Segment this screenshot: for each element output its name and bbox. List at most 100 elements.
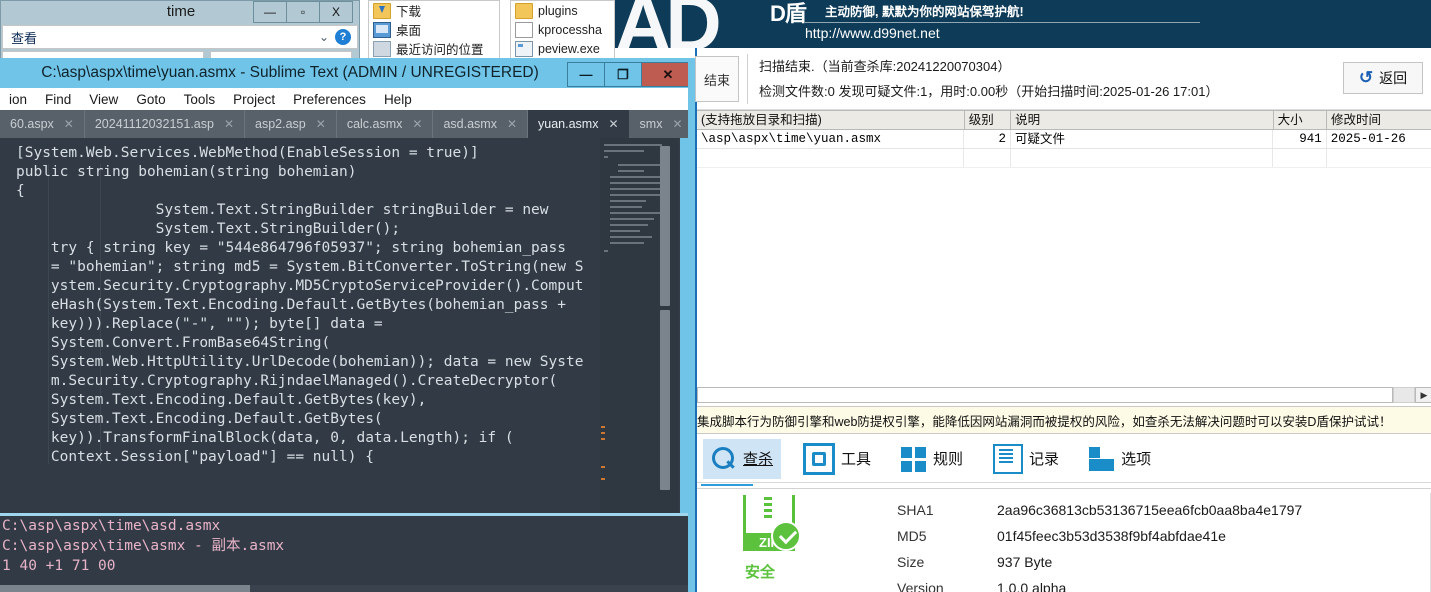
menu-item-goto[interactable]: Goto: [127, 92, 174, 107]
nav-item-options[interactable]: 选项: [1081, 439, 1159, 479]
menu-item-help[interactable]: Help: [375, 92, 421, 107]
menu-item-view[interactable]: View: [80, 92, 127, 107]
brand-logo: AD: [615, 0, 722, 48]
tab-label: yuan.asmx: [538, 117, 599, 131]
list-item[interactable]: 桌面: [369, 20, 499, 39]
close-icon[interactable]: ✕: [316, 117, 326, 131]
menu-item-find[interactable]: Find: [36, 92, 80, 107]
metadata-key: Size: [897, 554, 925, 570]
column-header-size[interactable]: 大小: [1274, 111, 1327, 129]
explorer-window-controls: — ▫ X: [253, 1, 353, 23]
scan-status-line: 扫描结束.（当前查杀库:20241220070304）: [759, 59, 1011, 74]
tool-icon: [803, 442, 836, 475]
back-arrow-icon: ↺: [1358, 68, 1374, 87]
sublime-title-bar: C:\asp\aspx\time\yuan.asmx - Sublime Tex…: [0, 58, 695, 88]
list-item[interactable]: kprocessha: [511, 20, 614, 39]
explorer-maximize-button[interactable]: ▫: [286, 1, 320, 23]
metadata-key: SHA1: [897, 502, 934, 518]
brand-url[interactable]: http://www.d99net.net: [805, 25, 940, 41]
nav-item-scan[interactable]: 查杀: [703, 438, 782, 479]
list-item[interactable]: peview.exe: [511, 39, 614, 58]
sublime-console-panel[interactable]: C:\asp\aspx\time\asd.asmx C:\asp\aspx\ti…: [0, 513, 688, 592]
explorer-minimize-button[interactable]: —: [253, 1, 287, 23]
detail-tab-indicator: [701, 484, 753, 486]
back-button[interactable]: ↺ 返回: [1343, 62, 1423, 94]
tab-smx[interactable]: smx ✕: [630, 110, 694, 138]
list-item-label: kprocessha: [538, 22, 602, 37]
tab-asp2-asp[interactable]: asp2.asp ✕: [245, 110, 337, 138]
sublime-close-button[interactable]: ✕: [641, 62, 695, 87]
close-icon[interactable]: ✕: [507, 117, 517, 131]
console-horizontal-scrollbar[interactable]: [0, 585, 688, 592]
brand-slogan: 主动防御, 默默为你的网站保驾护航!: [825, 5, 1024, 19]
list-item[interactable]: plugins: [511, 1, 614, 20]
tab-asd-asmx[interactable]: asd.asmx ✕: [433, 110, 529, 138]
metadata-row: Size 937 Byte: [897, 549, 1302, 575]
nav-item-records[interactable]: 记录: [985, 439, 1067, 479]
tab-label: 20241112032151.asp: [94, 117, 214, 131]
safe-status-label: 安全: [745, 564, 776, 581]
nav-item-label: 规则: [933, 451, 964, 468]
tab-yuan-asmx[interactable]: yuan.asmx ✕: [528, 110, 630, 138]
cell-path: \asp\aspx\time\yuan.asmx: [697, 130, 965, 148]
menu-item-preferences[interactable]: Preferences: [284, 92, 375, 107]
minimap-viewport-thumb[interactable]: [660, 310, 670, 490]
help-icon[interactable]: ?: [335, 29, 351, 45]
explorer-close-button[interactable]: X: [319, 1, 353, 23]
cell-level: 2: [964, 130, 1012, 148]
tab-label: asp2.asp: [255, 117, 306, 131]
explorer-view-label[interactable]: 查看: [11, 28, 37, 47]
metadata-row: Version 1.0.0 alpha: [897, 575, 1302, 592]
close-icon[interactable]: ✕: [224, 117, 234, 131]
nav-item-tools[interactable]: 工具: [795, 439, 879, 479]
sublime-maximize-button[interactable]: ❐: [604, 62, 642, 87]
menu-item-selection[interactable]: ion: [0, 92, 36, 107]
explorer-toolbar: 查看 ⌄ ?: [2, 25, 358, 49]
explorer-favorites-column: 下载 桌面 最近访问的位置: [368, 0, 500, 62]
table-horizontal-scrollbar[interactable]: ▶: [697, 386, 1431, 404]
table-row-empty: [697, 149, 1431, 168]
scroll-right-arrow-icon[interactable]: ▶: [1415, 387, 1431, 403]
nav-item-label: 查杀: [743, 451, 774, 468]
menu-item-project[interactable]: Project: [224, 92, 284, 107]
safe-check-icon: [771, 521, 801, 551]
close-icon[interactable]: ✕: [672, 117, 682, 131]
zip-teeth: [764, 497, 772, 519]
tab-calc-asmx[interactable]: calc.asmx ✕: [337, 110, 434, 138]
tab-20241112032151-asp[interactable]: 20241112032151.asp ✕: [85, 110, 246, 138]
table-row[interactable]: \asp\aspx\time\yuan.asmx 2 可疑文件 941 2025…: [697, 130, 1431, 149]
list-item-label: 桌面: [396, 24, 422, 38]
cell-modified: 2025-01-26: [1327, 130, 1431, 148]
list-item[interactable]: 下载: [369, 1, 499, 20]
close-icon[interactable]: ✕: [608, 117, 618, 131]
scrollbar-track[interactable]: [697, 387, 1393, 403]
stop-scan-button[interactable]: 结束: [695, 56, 739, 102]
scan-results-table: (支持拖放目录和扫描) 级别 说明 大小 修改时间 \asp\aspx\time…: [697, 110, 1431, 430]
file-metadata-list: SHA1 2aa96c36813cb53136715eea6fcb0aa8ba4…: [897, 497, 1302, 592]
column-header-level[interactable]: 级别: [965, 111, 1012, 129]
nav-item-label: 选项: [1121, 451, 1152, 468]
metadata-key: Version: [897, 580, 944, 592]
column-header-path[interactable]: (支持拖放目录和扫描): [697, 111, 965, 129]
close-icon[interactable]: ✕: [64, 117, 74, 131]
dshield-notice-bar: 集成脚本行为防御引擎和web防提权引擎，能降低因网站漏洞而被提权的风险，如查杀无…: [697, 406, 1431, 434]
menu-item-tools[interactable]: Tools: [175, 92, 225, 107]
list-item-label: peview.exe: [538, 41, 600, 56]
editor-scrollbar-thumb[interactable]: [660, 146, 670, 306]
chevron-down-icon[interactable]: ⌄: [319, 30, 329, 44]
column-header-modified[interactable]: 修改时间: [1327, 111, 1431, 129]
list-item[interactable]: 最近访问的位置: [369, 39, 499, 58]
table-header-row: (支持拖放目录和扫描) 级别 说明 大小 修改时间: [697, 110, 1431, 130]
detail-inner: ZIP 安全 SHA1 2aa96c36813cb53136715eea6fcb…: [697, 488, 1431, 592]
scrollbar-thumb[interactable]: [0, 585, 250, 592]
scrollbar-gap: [1393, 387, 1415, 403]
nav-item-rules[interactable]: 规则: [893, 439, 971, 479]
tab-60-aspx[interactable]: 60.aspx ✕: [0, 110, 85, 138]
cell-empty: [1011, 149, 1274, 167]
sublime-window-right-edge: [688, 58, 695, 592]
column-header-description[interactable]: 说明: [1011, 111, 1274, 129]
rules-grid-icon: [901, 446, 927, 472]
sublime-minimize-button[interactable]: —: [567, 62, 605, 87]
close-icon[interactable]: ✕: [412, 117, 422, 131]
editor-code-text[interactable]: [System.Web.Services.WebMethod(EnableSes…: [16, 144, 596, 467]
